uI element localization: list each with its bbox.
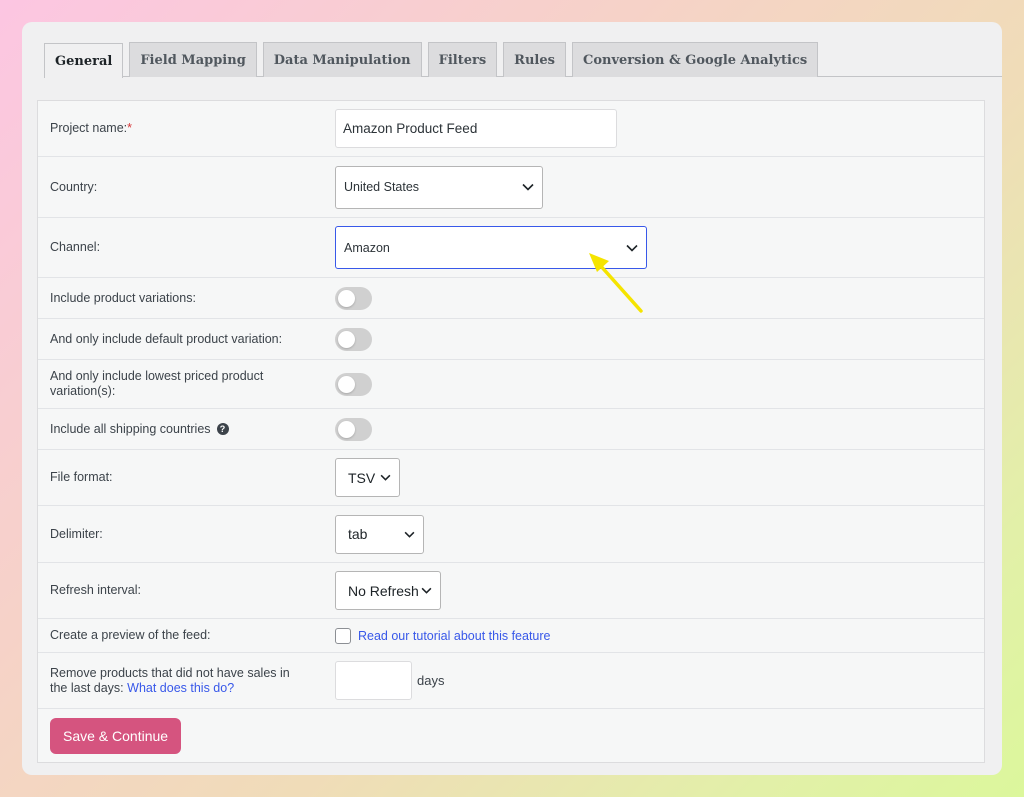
remove-products-label: Remove products that did not have sales … <box>50 665 290 695</box>
tab-bar: General Field Mapping Data Manipulation … <box>44 42 1002 78</box>
chevron-down-icon <box>403 528 415 540</box>
lowest-priced-toggle[interactable] <box>335 372 372 396</box>
tab-general[interactable]: General <box>44 43 124 78</box>
general-settings-form: Project name:* Amazon Product Feed Count… <box>37 100 985 763</box>
country-value: United States <box>344 180 420 194</box>
days-input[interactable] <box>335 661 412 700</box>
what-does-this-do-link[interactable]: What does this do? <box>127 681 234 695</box>
file-format-select[interactable]: TSV <box>335 458 400 497</box>
file-format-value: TSV <box>348 469 376 486</box>
product-variations-label: Include product variations: <box>50 290 196 305</box>
country-row: Country: United States <box>38 157 984 218</box>
preview-row: Create a preview of the feed: Read our t… <box>38 619 984 653</box>
tab-rules[interactable]: Rules <box>503 42 566 77</box>
project-name-row: Project name:* Amazon Product Feed <box>38 101 984 157</box>
channel-value: Amazon <box>344 240 390 255</box>
delimiter-row: Delimiter: tab <box>38 506 984 563</box>
default-variation-toggle[interactable] <box>335 327 372 351</box>
delimiter-select[interactable]: tab <box>335 514 424 554</box>
lowest-priced-row: And only include lowest priced product v… <box>38 360 984 409</box>
refresh-interval-label: Refresh interval: <box>50 583 142 597</box>
default-variation-row: And only include default product variati… <box>38 319 984 360</box>
project-name-label: Project name:* <box>50 121 132 135</box>
channel-row: Channel: Amazon <box>38 218 984 278</box>
file-format-label: File format: <box>50 470 113 484</box>
shipping-countries-row: Include all shipping countries? <box>38 409 984 450</box>
chevron-down-icon <box>379 472 391 484</box>
chevron-down-icon <box>420 585 432 597</box>
channel-label: Channel: <box>50 240 101 254</box>
refresh-interval-value: No Refresh <box>348 582 419 599</box>
lowest-priced-label: And only include lowest priced product v… <box>50 369 264 398</box>
file-format-row: File format: TSV <box>38 450 984 506</box>
product-variations-toggle[interactable] <box>335 286 372 310</box>
days-suffix: days <box>417 673 445 688</box>
channel-select[interactable]: Amazon <box>335 226 647 269</box>
tab-data-manipulation[interactable]: Data Manipulation <box>262 42 422 77</box>
preview-label: Create a preview of the feed: <box>50 628 211 642</box>
country-select[interactable]: United States <box>335 165 543 209</box>
save-continue-button[interactable]: Save & Continue <box>50 717 182 754</box>
shipping-countries-label: Include all shipping countries? <box>38 422 335 437</box>
remove-products-row: Remove products that did not have sales … <box>38 653 984 709</box>
delimiter-value: tab <box>348 526 368 542</box>
refresh-interval-select[interactable]: No Refresh <box>335 571 441 610</box>
help-circle-icon[interactable]: ? <box>216 423 229 436</box>
chevron-down-icon <box>522 181 534 193</box>
required-mark: * <box>127 121 132 135</box>
preview-checkbox[interactable] <box>335 627 351 644</box>
chevron-down-icon <box>626 242 638 254</box>
tutorial-link[interactable]: Read our tutorial about this feature <box>358 629 550 643</box>
tab-conversion-analytics[interactable]: Conversion & Google Analytics <box>571 42 819 77</box>
refresh-interval-row: Refresh interval: No Refresh <box>38 563 984 619</box>
tab-filters[interactable]: Filters <box>427 42 498 77</box>
delimiter-label: Delimiter: <box>50 526 103 541</box>
product-variations-row: Include product variations: <box>38 278 984 319</box>
actions-row: Save & Continue <box>38 709 984 762</box>
settings-panel: General Field Mapping Data Manipulation … <box>22 22 1002 775</box>
tab-field-mapping[interactable]: Field Mapping <box>129 42 257 77</box>
default-variation-label: And only include default product variati… <box>50 331 283 346</box>
shipping-countries-toggle[interactable] <box>335 417 372 441</box>
project-name-input[interactable]: Amazon Product Feed <box>335 109 617 148</box>
country-label: Country: <box>50 179 98 194</box>
